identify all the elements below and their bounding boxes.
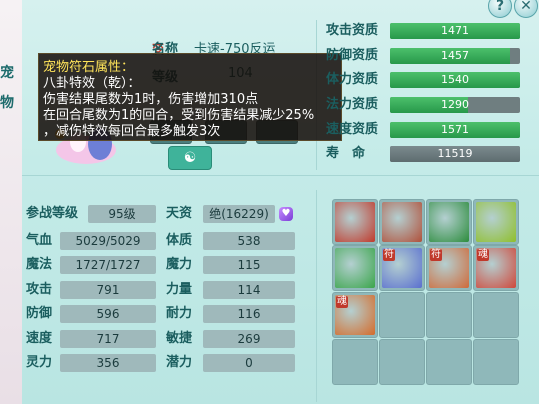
stat-label: 耐力 [166,306,193,321]
resistance-value: 1540 [441,73,469,86]
rune-tooltip: 宠物符石属性： 八卦特效（乾）： 伤害结果尾数为1时，伤害增加310点 在回合尾… [38,53,342,141]
stat-label: 参战等级 [26,206,79,221]
stat-value: 114 [203,281,295,299]
skill-tag: 魂 [477,249,489,261]
run-skill-icon[interactable] [335,248,375,288]
resistance-row: 攻击资质 1471 [320,22,520,40]
skill-slot[interactable]: 符 [426,245,472,291]
sword-rune-skill-icon[interactable]: 符 [429,248,469,288]
resistance-bar: 11519 [390,146,520,162]
stat-label: 防御 [26,306,53,321]
resistance-value: 1571 [441,123,469,136]
skill-tag: 魂 [336,296,348,308]
resistance-row: 速度资质 1571 [320,121,520,139]
stat-label: 速度 [26,331,53,346]
stat-label: 攻击 [26,282,53,297]
fist-skill-icon[interactable] [335,202,375,242]
side-strip-char-2: 物 [0,95,14,111]
resistance-bar: 1290 [390,97,520,113]
skill-slot[interactable] [473,339,519,385]
bagua-button[interactable]: ☯ [168,146,212,170]
strongman-soul-skill-icon[interactable]: 魂 [335,295,375,335]
dragon-soul-skill-icon[interactable]: 魂 [476,248,516,288]
resistance-label: 防御资质 [326,48,379,63]
aptitude-heart-icon[interactable]: ♥ [279,207,293,221]
side-strip-char-1: 宠 [0,65,14,81]
skill-slot[interactable] [473,199,519,245]
stat-label: 敏捷 [166,331,193,346]
resistance-label: 法力资质 [326,97,379,112]
resistance-value: 1290 [441,98,469,111]
resistance-label: 攻击资质 [326,23,379,38]
skill-tag: 符 [430,249,442,261]
resistance-value: 11519 [437,147,473,160]
stat-value: 538 [203,232,295,250]
stat-value: 717 [60,330,156,348]
resistance-row: 法力资质 1290 [320,96,520,114]
stat-value: 115 [203,256,295,274]
divider-horizontal [22,175,539,176]
skill-slot[interactable] [473,292,519,338]
stat-value: 791 [60,281,156,299]
stat-value: 95级 [88,205,156,223]
scroll-skill-icon[interactable] [382,202,422,242]
stat-label: 力量 [166,282,193,297]
stat-value: 5029/5029 [60,232,156,250]
stat-label: 潜力 [166,355,193,370]
resistance-row: 体力资质 1540 [320,71,520,89]
resistance-bar: 1540 [390,72,520,88]
skill-slot[interactable] [426,199,472,245]
resistance-bar: 1471 [390,23,520,39]
tooltip-line: ，减伤特效每回合最多触发3次 [43,124,221,139]
aptitude-value: 绝(16229) [203,205,275,223]
divider-vertical-bottom [316,190,317,402]
resistance-value: 1457 [441,49,469,62]
stat-label: 体质 [166,233,193,248]
stat-value: 0 [203,354,295,372]
resistance-label: 速度资质 [326,122,379,137]
skill-slot[interactable] [426,339,472,385]
resistance-bar: 1571 [390,122,520,138]
stat-label: 灵力 [26,355,53,370]
beast-skill-icon[interactable] [429,202,469,242]
stat-value: 1727/1727 [60,256,156,274]
resistance-value: 1471 [441,24,469,37]
stat-value: 596 [60,305,156,323]
skill-slot[interactable] [379,199,425,245]
stat-label: 天资 [166,206,193,221]
stat-value: 356 [60,354,156,372]
skill-slot[interactable] [379,292,425,338]
skill-slot[interactable]: 符 [379,245,425,291]
resistance-row: 防御资质 1457 [320,47,520,65]
side-strip: 宠 物 [0,0,22,404]
stat-label: 魔法 [26,257,53,272]
resistance-label: 寿 命 [326,146,366,161]
skill-tag: 符 [383,249,395,261]
resistance-label: 体力资质 [326,72,379,87]
heart-rune-skill-icon[interactable]: 符 [382,248,422,288]
skill-slot[interactable] [332,339,378,385]
stat-label: 气血 [26,233,53,248]
resistance-bar: 1457 [390,48,520,64]
skill-slot[interactable]: 魂 [332,292,378,338]
skill-slot[interactable] [332,199,378,245]
stat-value: 116 [203,305,295,323]
skill-slot[interactable] [379,339,425,385]
skill-slot[interactable] [332,245,378,291]
shield-skill-icon[interactable] [476,202,516,242]
stat-value: 269 [203,330,295,348]
skill-slot[interactable] [426,292,472,338]
stat-label: 魔力 [166,257,193,272]
resistance-row: 寿 命 11519 [320,145,520,163]
skill-slot[interactable]: 魂 [473,245,519,291]
